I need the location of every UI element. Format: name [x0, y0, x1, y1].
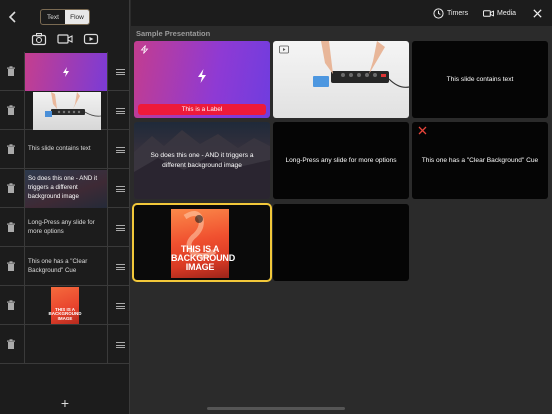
- slide-text: This slide contains text: [446, 75, 514, 83]
- list-item[interactable]: [0, 91, 130, 130]
- bolt-icon: [198, 69, 206, 83]
- clock-icon: [433, 7, 444, 19]
- mountain-thumbnail: So does this one - AND it triggers a dif…: [25, 169, 107, 208]
- drag-handle[interactable]: [116, 264, 125, 270]
- top-toolbar: Timers Media: [131, 0, 552, 26]
- slide-thumbnail[interactable]: [24, 52, 108, 91]
- slide-thumbnail[interactable]: This one has a "Clear Background" Cue: [24, 247, 108, 286]
- add-slide-button[interactable]: +: [58, 396, 72, 410]
- drag-handle[interactable]: [116, 225, 125, 231]
- back-button[interactable]: [4, 8, 20, 26]
- slide-thumbnail[interactable]: Long-Press any slide for more options: [24, 208, 108, 247]
- trash-icon[interactable]: [6, 66, 16, 77]
- drag-handle[interactable]: [116, 186, 125, 192]
- slide-thumbnail[interactable]: [24, 325, 108, 364]
- app-window: Text Flow This slide contains text So do…: [0, 0, 552, 414]
- slide-label: This is a Label: [138, 104, 266, 115]
- bolt-icon: [63, 66, 69, 77]
- device-image: [313, 41, 409, 88]
- list-item[interactable]: [0, 52, 130, 91]
- segment-text[interactable]: Text: [41, 10, 65, 24]
- list-item[interactable]: Long-Press any slide for more options: [0, 208, 130, 247]
- slide-tile[interactable]: Long-Press any slide for more options: [273, 122, 409, 199]
- slide-tile[interactable]: This slide contains text: [412, 41, 548, 118]
- trash-icon[interactable]: [6, 105, 16, 116]
- list-item[interactable]: This slide contains text: [0, 130, 130, 169]
- close-button[interactable]: [532, 6, 543, 20]
- slide-text: Long-Press any slide for more options: [285, 156, 397, 164]
- media-label: Media: [497, 9, 517, 17]
- flamingo-thumbnail: THIS IS A BACKGROUND IMAGE: [48, 287, 82, 324]
- segment-flow[interactable]: Flow: [65, 10, 89, 24]
- trash-icon[interactable]: [6, 144, 16, 155]
- video-icon: [279, 45, 289, 54]
- trash-icon[interactable]: [6, 261, 16, 272]
- flamingo-image: THIS IS A BACKGROUND IMAGE: [171, 209, 235, 278]
- slide-tile[interactable]: This one has a "Clear Background" Cue: [412, 122, 548, 199]
- trash-icon[interactable]: [6, 300, 16, 311]
- trash-icon[interactable]: [6, 183, 16, 194]
- list-item[interactable]: This one has a "Clear Background" Cue: [0, 247, 130, 286]
- slide-thumbnail[interactable]: So does this one - AND it triggers a dif…: [24, 169, 108, 208]
- gradient-thumbnail: [25, 52, 107, 91]
- home-indicator: [207, 407, 345, 410]
- slide-text: So does this one - AND it triggers a dif…: [150, 151, 254, 169]
- drag-handle[interactable]: [116, 342, 125, 348]
- timers-label: Timers: [447, 9, 469, 17]
- slide-text: THIS IS A BACKGROUND IMAGE: [171, 244, 235, 272]
- slide-tile[interactable]: This is a Label: [134, 41, 270, 118]
- video-camera-icon: [483, 9, 494, 17]
- slide-text: This slide contains text: [28, 145, 91, 153]
- slide-tile[interactable]: So does this one - AND it triggers a dif…: [134, 122, 270, 199]
- slide-list: This slide contains text So does this on…: [0, 52, 130, 364]
- camera-icon[interactable]: [31, 32, 47, 46]
- slide-text: This one has a "Clear Background" Cue: [28, 257, 88, 274]
- drag-handle[interactable]: [116, 69, 125, 75]
- device-image: [45, 91, 102, 117]
- slide-text: Long-Press any slide for more options: [28, 218, 95, 235]
- list-item[interactable]: THIS IS A BACKGROUND IMAGE: [0, 286, 130, 325]
- drag-handle[interactable]: [116, 108, 125, 114]
- photo-thumbnail: [33, 91, 102, 130]
- slide-text: This one has a "Clear Background" Cue: [421, 156, 539, 164]
- view-mode-segmented-control: Text Flow: [40, 9, 90, 25]
- trash-icon[interactable]: [6, 222, 16, 233]
- slide-text: So does this one - AND it triggers a dif…: [28, 175, 98, 200]
- presentation-title: Sample Presentation: [136, 29, 211, 38]
- close-icon: [533, 8, 542, 18]
- drag-handle[interactable]: [116, 303, 125, 309]
- slide-tile[interactable]: [273, 41, 409, 118]
- bolt-icon: [140, 45, 149, 54]
- video-camera-icon[interactable]: [57, 32, 73, 46]
- slide-text: THIS IS A BACKGROUND IMAGE: [48, 306, 82, 321]
- youtube-icon[interactable]: [83, 32, 99, 46]
- slide-thumbnail[interactable]: This slide contains text: [24, 130, 108, 169]
- drag-handle[interactable]: [116, 147, 125, 153]
- slide-thumbnail[interactable]: [24, 91, 108, 130]
- sidebar: Text Flow This slide contains text So do…: [0, 0, 130, 414]
- list-item[interactable]: So does this one - AND it triggers a dif…: [0, 169, 130, 208]
- chevron-left-icon: [8, 11, 16, 23]
- media-type-bar: [0, 32, 130, 48]
- trash-icon[interactable]: [6, 339, 16, 350]
- slide-tile-selected[interactable]: THIS IS A BACKGROUND IMAGE: [132, 203, 272, 282]
- slide-thumbnail[interactable]: THIS IS A BACKGROUND IMAGE: [24, 286, 108, 325]
- timers-button[interactable]: Timers: [433, 6, 468, 20]
- list-item[interactable]: [0, 325, 130, 364]
- slide-tile[interactable]: [273, 204, 409, 281]
- media-button[interactable]: Media: [483, 6, 516, 20]
